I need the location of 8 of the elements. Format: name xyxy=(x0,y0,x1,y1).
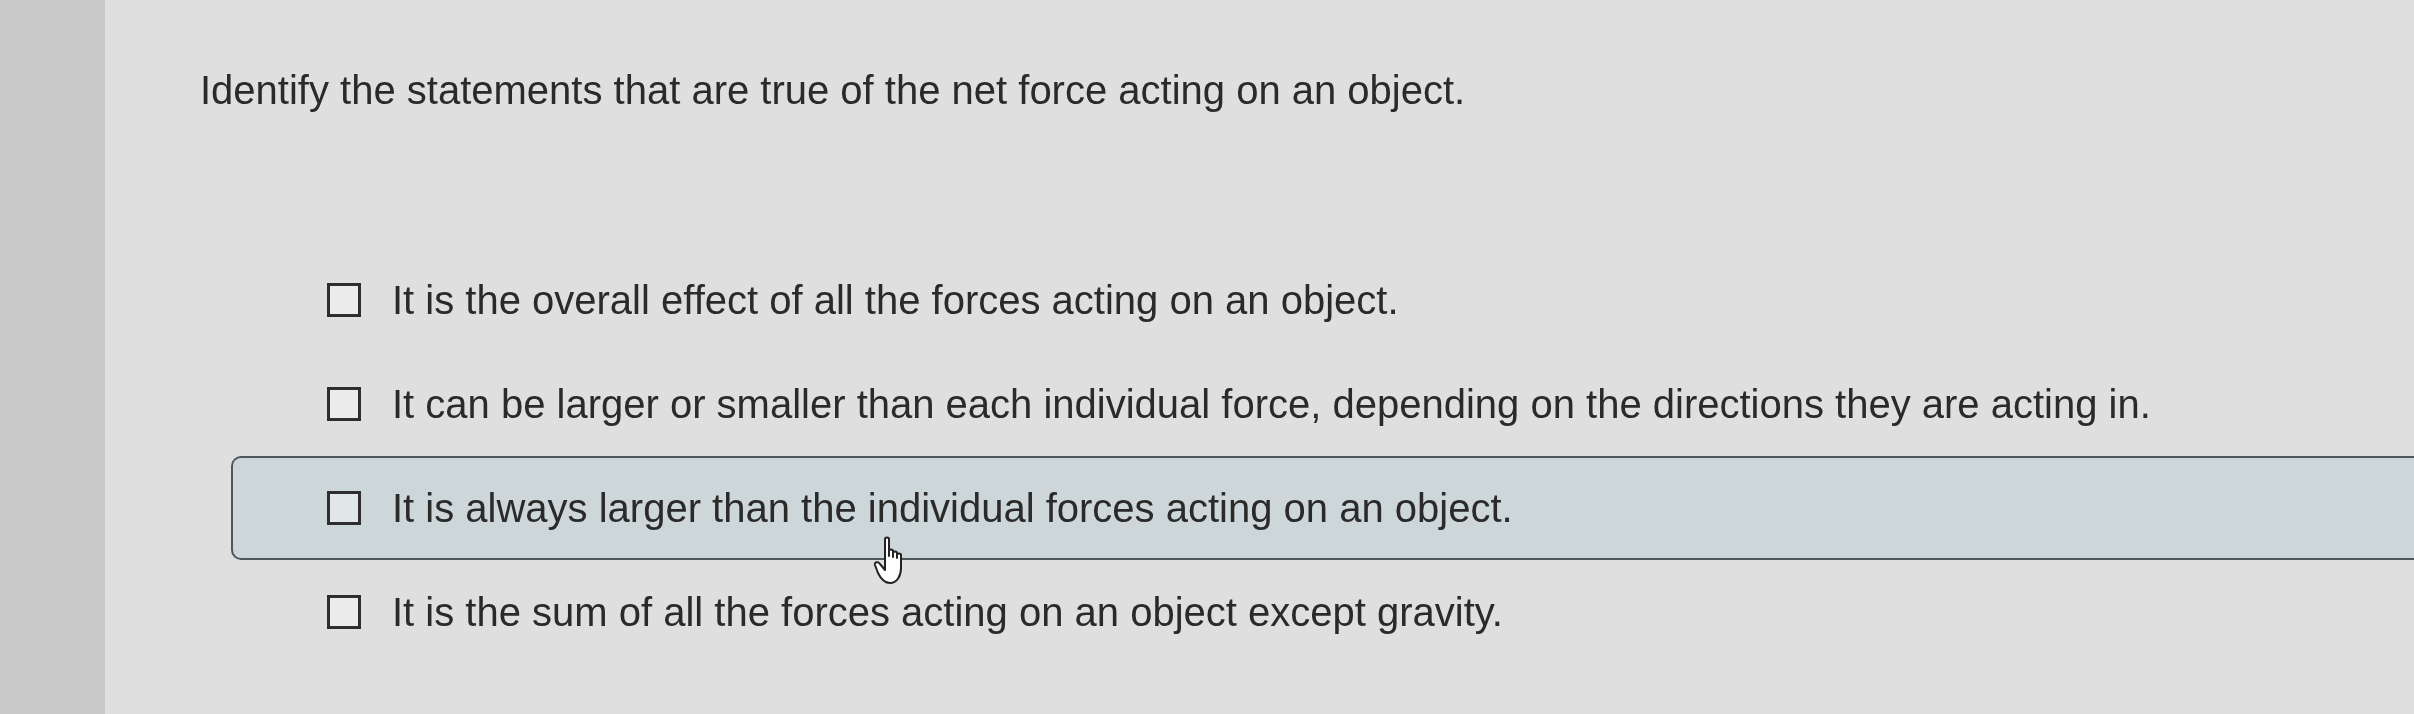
checkbox[interactable] xyxy=(327,283,361,317)
question-text: Identify the statements that are true of the net force acting on an object. xyxy=(200,68,1466,112)
option-row[interactable]: It can be larger or smaller than each individual force, depending on the directions they are acting in. xyxy=(231,352,2414,456)
checkbox[interactable] xyxy=(327,595,361,629)
option-row[interactable]: It is the overall effect of all the forces acting on an object. xyxy=(231,248,2414,352)
checkbox[interactable] xyxy=(327,387,361,421)
option-row[interactable]: It is the sum of all the forces acting on an object except gravity. xyxy=(231,560,2414,664)
checkbox[interactable] xyxy=(327,491,361,525)
